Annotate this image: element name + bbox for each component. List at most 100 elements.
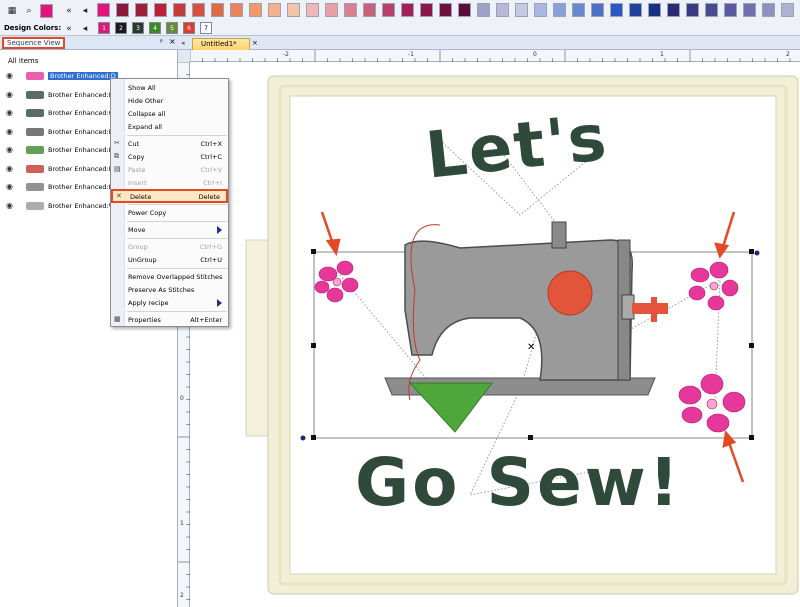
palette-swatch[interactable] xyxy=(325,3,338,17)
design-canvas[interactable]: Let's ✕ Go Sew! xyxy=(191,63,800,607)
menu-item-hide-other[interactable]: Hide Other xyxy=(111,95,228,107)
left-arrow-icon[interactable]: ◂ xyxy=(78,22,92,35)
menu-item-apply-recipe[interactable]: Apply recipe xyxy=(111,297,228,309)
menu-item-insert[interactable]: Insert Ctrl+I xyxy=(111,177,228,189)
menu-separator xyxy=(127,135,227,136)
palette-swatch[interactable] xyxy=(724,3,737,17)
palette-swatch[interactable] xyxy=(610,3,623,17)
palette-swatch[interactable] xyxy=(591,3,604,17)
palette-swatch[interactable] xyxy=(496,3,509,17)
menu-item-copy[interactable]: ⧉ Copy Ctrl+C xyxy=(111,151,228,163)
tab-title: Untitled1* xyxy=(201,40,237,48)
tree-item-label: Brother Enhanced:M xyxy=(48,146,115,154)
palette-swatch[interactable] xyxy=(534,3,547,17)
palette-swatch[interactable] xyxy=(116,3,129,17)
ruler-left-label: 2 xyxy=(180,592,184,599)
design-color-swatch[interactable]: 7 xyxy=(200,22,212,34)
pin-icon[interactable]: ᵖ xyxy=(160,38,163,46)
palette-swatch[interactable] xyxy=(477,3,490,17)
palette-swatch[interactable] xyxy=(287,3,300,17)
visibility-eye-icon[interactable]: ◉ xyxy=(6,164,13,173)
menu-item-label: Power Copy xyxy=(128,209,167,217)
palette-swatch[interactable] xyxy=(439,3,452,17)
palette-swatch[interactable] xyxy=(363,3,376,17)
palette-swatch[interactable] xyxy=(306,3,319,17)
sequence-view-title[interactable]: Sequence View xyxy=(2,37,66,49)
palette-swatch[interactable] xyxy=(401,3,414,17)
all-items-label: All items xyxy=(8,57,39,65)
design-color-swatch[interactable]: 6 xyxy=(183,22,195,34)
current-color-swatch[interactable] xyxy=(40,4,53,18)
menu-item-properties[interactable]: ▦ Properties Alt+Enter xyxy=(111,314,228,326)
visibility-eye-icon[interactable]: ◉ xyxy=(6,182,13,191)
palette-swatch[interactable] xyxy=(686,3,699,17)
top-toolbar: ▦ ⌕ « ◂ Design Colors: « ◂ 1234567 xyxy=(0,0,800,36)
left-arrow-icon[interactable]: ◂ xyxy=(78,4,92,17)
palette-swatch[interactable] xyxy=(97,3,110,17)
rotate-handle[interactable] xyxy=(754,250,760,256)
menu-item-ungroup[interactable]: UnGroup Ctrl+U xyxy=(111,254,228,266)
palette-swatch[interactable] xyxy=(515,3,528,17)
document-tabbar: ◂ Untitled1* × xyxy=(178,36,800,50)
design-color-swatch[interactable]: 1 xyxy=(98,22,110,34)
palette-swatch[interactable] xyxy=(705,3,718,17)
palette-swatch[interactable] xyxy=(667,3,680,17)
close-icon[interactable]: × xyxy=(169,37,176,46)
palette-swatch[interactable] xyxy=(344,3,357,17)
tab-scroll-icon[interactable]: ◂ xyxy=(181,39,185,47)
palette-swatch[interactable] xyxy=(781,3,794,17)
menu-item-show-all[interactable]: Show All xyxy=(111,82,228,94)
menu-item-expand-all[interactable]: Expand all xyxy=(111,121,228,133)
object-thumbnail-icon xyxy=(24,180,46,194)
palette-swatch[interactable] xyxy=(648,3,661,17)
palette-swatch[interactable] xyxy=(762,3,775,17)
visibility-eye-icon[interactable]: ◉ xyxy=(6,108,13,117)
menu-item-preserve-as-stitches[interactable]: Preserve As Stitches xyxy=(111,284,228,296)
palette-swatch[interactable] xyxy=(192,3,205,17)
tree-item-label: Brother Enhanced:Bl xyxy=(48,127,115,136)
object-thumbnail-icon xyxy=(24,125,46,139)
design-color-swatch[interactable]: 5 xyxy=(166,22,178,34)
palette-swatch[interactable] xyxy=(572,3,585,17)
menu-item-group[interactable]: Group Ctrl+G xyxy=(111,241,228,253)
palette-swatch[interactable] xyxy=(458,3,471,17)
palette-swatch[interactable] xyxy=(420,3,433,17)
palette-swatch[interactable] xyxy=(382,3,395,17)
palette-swatch[interactable] xyxy=(173,3,186,17)
design-color-swatch[interactable]: 4 xyxy=(149,22,161,34)
menu-item-delete[interactable]: ✕ Delete Delete xyxy=(111,189,228,203)
tab-close-icon[interactable]: × xyxy=(252,39,258,47)
palette-swatch[interactable] xyxy=(553,3,566,17)
zoom-icon[interactable]: ⌕ xyxy=(22,4,36,17)
visibility-eye-icon[interactable]: ◉ xyxy=(6,71,13,80)
double-left-icon[interactable]: « xyxy=(62,22,76,35)
menu-item-shortcut: Ctrl+U xyxy=(200,256,222,264)
tab-untitled1[interactable]: Untitled1* xyxy=(192,38,250,50)
menu-item-power-copy[interactable]: Power Copy xyxy=(111,207,228,219)
visibility-eye-icon[interactable]: ◉ xyxy=(6,127,13,136)
rotate-handle[interactable] xyxy=(300,435,306,441)
visibility-eye-icon[interactable]: ◉ xyxy=(6,90,13,99)
menu-item-paste[interactable]: ▤ Paste Ctrl+V xyxy=(111,164,228,176)
visibility-eye-icon[interactable]: ◉ xyxy=(6,145,13,154)
palette-swatch[interactable] xyxy=(211,3,224,17)
palette-swatch[interactable] xyxy=(135,3,148,17)
palette-swatch[interactable] xyxy=(249,3,262,17)
design-color-swatch[interactable]: 2 xyxy=(115,22,127,34)
double-left-icon[interactable]: « xyxy=(62,4,76,17)
grid-icon[interactable]: ▦ xyxy=(5,4,19,17)
palette-swatch[interactable] xyxy=(154,3,167,17)
palette-swatch[interactable] xyxy=(743,3,756,17)
palette-swatch[interactable] xyxy=(629,3,642,17)
visibility-eye-icon[interactable]: ◉ xyxy=(6,201,13,210)
menu-item-collapse-all[interactable]: Collapse all xyxy=(111,108,228,120)
menu-item-cut[interactable]: ✂ Cut Ctrl+X xyxy=(111,138,228,150)
menu-item-shortcut: Ctrl+V xyxy=(200,166,222,174)
submenu-arrow-icon xyxy=(217,299,222,307)
menu-item-move[interactable]: Move xyxy=(111,224,228,236)
design-color-swatch[interactable]: 3 xyxy=(132,22,144,34)
menu-item-label: Paste xyxy=(128,166,146,174)
palette-swatch[interactable] xyxy=(230,3,243,17)
menu-item-remove-overlapped-stitches[interactable]: Remove Overlapped Stitches xyxy=(111,271,228,283)
palette-swatch[interactable] xyxy=(268,3,281,17)
